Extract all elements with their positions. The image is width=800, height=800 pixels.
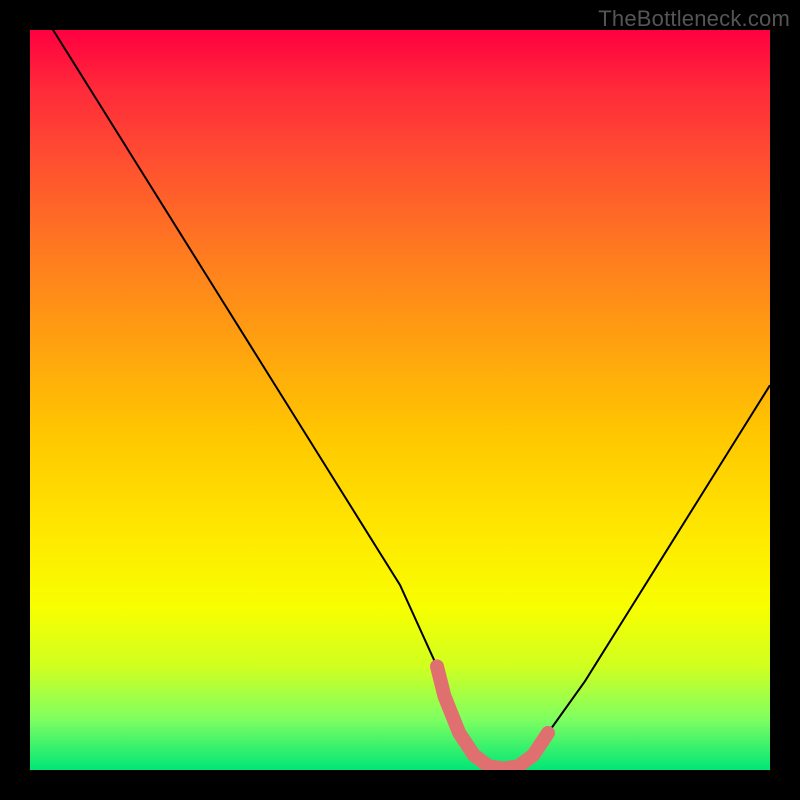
- chart-frame: TheBottleneck.com: [0, 0, 800, 800]
- plot-area: [30, 30, 770, 770]
- bottleneck-curve-path: [30, 30, 770, 769]
- highlight-segment-path: [437, 666, 548, 768]
- watermark-text: TheBottleneck.com: [598, 6, 790, 32]
- curve-svg: [30, 30, 770, 770]
